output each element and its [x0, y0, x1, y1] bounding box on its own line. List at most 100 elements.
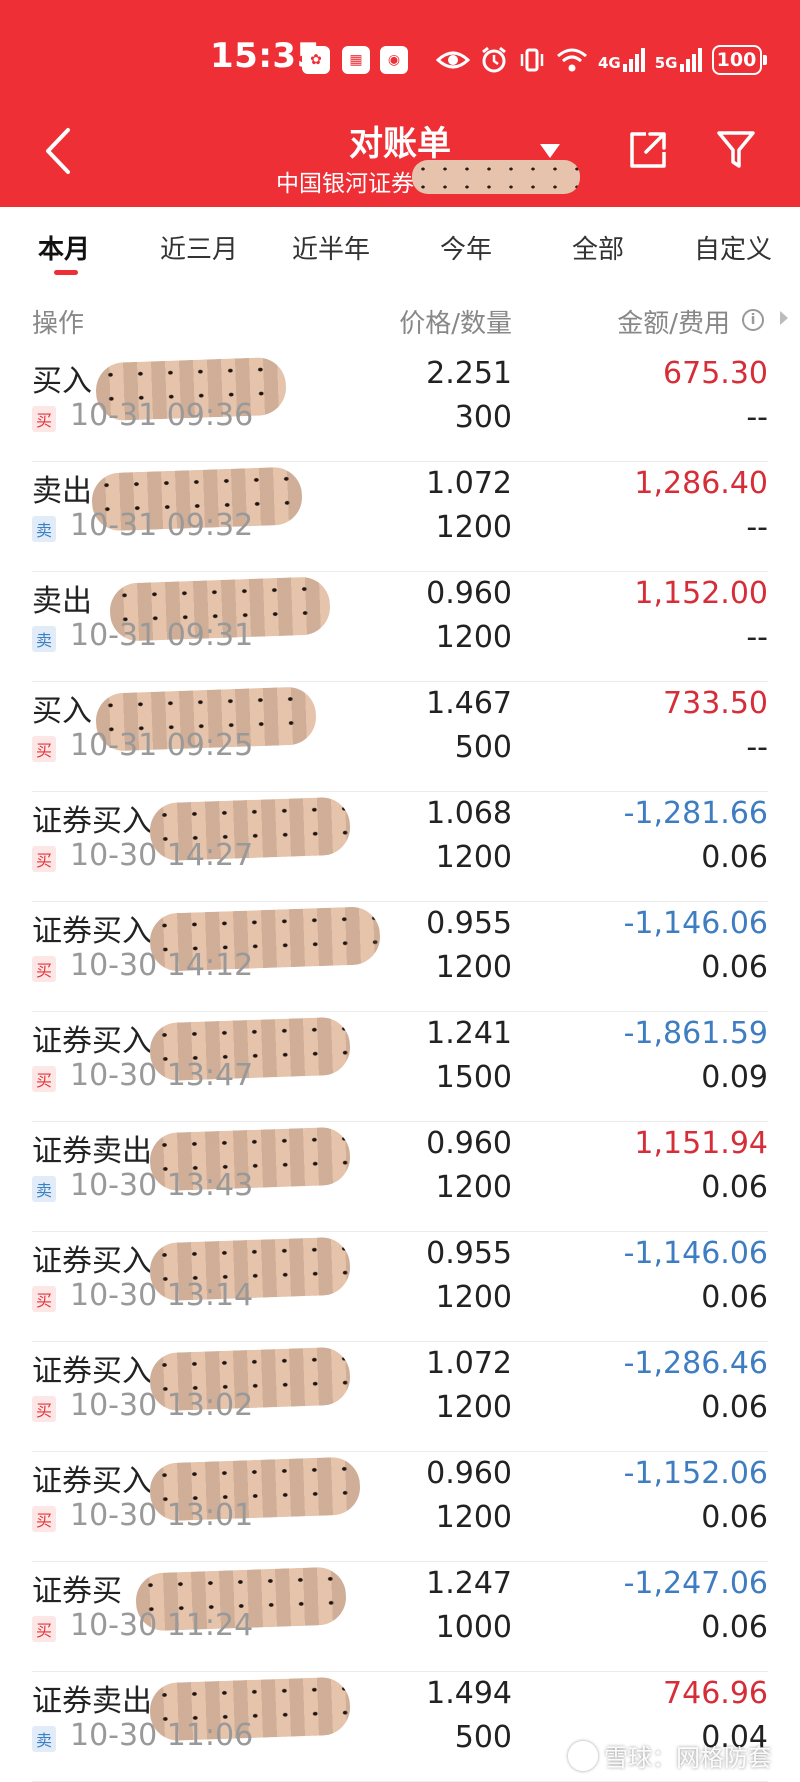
- row-price: 0.960: [426, 1456, 512, 1491]
- account-subtitle[interactable]: 中国银河证券: [276, 164, 414, 198]
- row-operation: 证券买入: [32, 1354, 152, 1389]
- info-icon[interactable]: i: [742, 309, 764, 331]
- app-header: 15:35 ✿ ▦ ◉ 4G 5G 100 对账单 中国银河证券: [0, 0, 800, 207]
- row-operation: 证券买入: [32, 914, 152, 949]
- row-operation: 证券买入: [32, 804, 152, 839]
- row-price: 1.241: [426, 1016, 512, 1051]
- share-button[interactable]: [626, 128, 670, 172]
- row-price: 1.072: [426, 466, 512, 501]
- trade-type-badge: 买: [32, 1396, 56, 1422]
- status-bar: 15:35 ✿ ▦ ◉ 4G 5G 100: [0, 36, 800, 86]
- row-price: 0.955: [426, 906, 512, 941]
- eye-icon: [436, 44, 470, 76]
- trade-type-badge: 买: [32, 1066, 56, 1092]
- row-amount: -1,281.66: [623, 796, 768, 831]
- row-price: 1.247: [426, 1566, 512, 1601]
- table-row[interactable]: 卖出卖 10-31 09:31 0.960 1200 1,152.00 --: [0, 572, 800, 682]
- tab-half-year[interactable]: 近半年: [292, 229, 370, 266]
- table-row[interactable]: 买入买 10-31 09:36 2.251 300 675.30 --: [0, 352, 800, 462]
- row-operation: 证券卖出: [32, 1134, 152, 1169]
- row-operation: 卖出: [32, 584, 92, 619]
- trade-type-badge: 买: [32, 1286, 56, 1312]
- row-time: 10-31 09:36: [70, 398, 254, 433]
- account-dropdown-icon[interactable]: [540, 144, 560, 158]
- vibrate-icon: [518, 44, 546, 76]
- col-operation: 操作: [32, 309, 85, 339]
- row-fee: 0.06: [701, 840, 768, 875]
- table-row[interactable]: 证券买入买 10-30 13:47 1.241 1500 -1,861.59 0.09: [0, 1012, 800, 1122]
- row-price: 1.068: [426, 796, 512, 831]
- row-fee: 0.06: [701, 1390, 768, 1425]
- row-amount: 675.30: [663, 356, 768, 391]
- table-row[interactable]: 卖出卖 10-31 09:32 1.072 1200 1,286.40 --: [0, 462, 800, 572]
- row-fee: 0.06: [701, 1500, 768, 1535]
- row-operation: 卖出: [32, 474, 92, 509]
- status-icons: 4G 5G 100: [436, 40, 767, 80]
- trade-type-badge: 买: [32, 406, 56, 432]
- wifi-icon: [556, 44, 588, 76]
- row-quantity: 1200: [435, 1280, 512, 1315]
- col-price-qty: 价格/数量: [399, 309, 512, 339]
- table-row[interactable]: 证券买入买 10-30 14:12 0.955 1200 -1,146.06 0.06: [0, 902, 800, 1012]
- column-header: 操作 价格/数量 金额/费用 i: [0, 295, 800, 345]
- row-time: 10-31 09:25: [70, 728, 254, 763]
- col-amount-fee: 金额/费用: [617, 309, 730, 339]
- trade-type-badge: 买: [32, 736, 56, 762]
- row-operation: 证券买入: [32, 1464, 152, 1499]
- row-quantity: 1200: [435, 950, 512, 985]
- row-quantity: 1500: [435, 1060, 512, 1095]
- table-row[interactable]: 证券买入买 10-30 14:27 1.068 1200 -1,281.66 0.06: [0, 792, 800, 902]
- battery-indicator: 100: [711, 45, 767, 75]
- table-row[interactable]: 证券买买 10-30 11:24 1.247 1000 -1,247.06 0.06: [0, 1562, 800, 1672]
- tab-this-month[interactable]: 本月: [38, 229, 90, 266]
- row-time: 10-30 11:24: [70, 1608, 254, 1643]
- row-time: 10-31 09:31: [70, 618, 254, 653]
- row-quantity: 1200: [435, 1390, 512, 1425]
- trade-type-badge: 买: [32, 1616, 56, 1642]
- row-price: 0.955: [426, 1236, 512, 1271]
- table-row[interactable]: 证券买入买 10-30 13:14 0.955 1200 -1,146.06 0.06: [0, 1232, 800, 1342]
- table-row[interactable]: 证券买入买 10-30 13:01 0.960 1200 -1,152.06 0.06: [0, 1452, 800, 1562]
- row-quantity: 1200: [435, 1170, 512, 1205]
- tab-this-year[interactable]: 今年: [440, 229, 492, 266]
- row-amount: -1,247.06: [623, 1566, 768, 1601]
- row-quantity: 1200: [435, 510, 512, 545]
- row-amount: -1,146.06: [623, 906, 768, 941]
- table-row[interactable]: 证券买入买 10-30 13:02 1.072 1200 -1,286.46 0.06: [0, 1342, 800, 1452]
- filter-button[interactable]: [716, 128, 756, 172]
- row-time: 10-30 13:01: [70, 1498, 254, 1533]
- row-fee: --: [746, 510, 768, 545]
- page-title: 对账单: [349, 124, 451, 164]
- xueqiu-logo-icon: [568, 1740, 598, 1771]
- trade-type-badge: 买: [32, 846, 56, 872]
- row-time: 10-30 14:27: [70, 838, 254, 873]
- tab-three-months[interactable]: 近三月: [160, 229, 238, 266]
- row-fee: --: [746, 620, 768, 655]
- row-time: 10-30 14:12: [70, 948, 254, 983]
- row-amount: -1,152.06: [623, 1456, 768, 1491]
- row-price: 2.251: [426, 356, 512, 391]
- signal-4g: 4G: [598, 48, 645, 72]
- table-row[interactable]: 证券卖出卖 10-30 13:43 0.960 1200 1,151.94 0.06: [0, 1122, 800, 1232]
- row-operation: 买入: [32, 364, 92, 399]
- row-price: 1.072: [426, 1346, 512, 1381]
- row-amount: 1,152.00: [634, 576, 768, 611]
- trade-type-badge: 买: [32, 1506, 56, 1532]
- row-fee: --: [746, 730, 768, 765]
- chevron-right-icon: [780, 311, 788, 325]
- trade-type-badge: 卖: [32, 1176, 56, 1202]
- row-amount: 746.96: [663, 1676, 768, 1711]
- row-amount: -1,146.06: [623, 1236, 768, 1271]
- row-amount: 1,286.40: [634, 466, 768, 501]
- table-row[interactable]: 买入买 10-31 09:25 1.467 500 733.50 --: [0, 682, 800, 792]
- tab-custom[interactable]: 自定义: [694, 229, 772, 266]
- row-quantity: 1200: [435, 620, 512, 655]
- row-fee: 0.06: [701, 1610, 768, 1645]
- alarm-icon: [480, 44, 508, 76]
- period-tabs: 本月 近三月 近半年 今年 全部 自定义: [0, 207, 800, 287]
- tab-all[interactable]: 全部: [572, 229, 624, 266]
- row-quantity: 1200: [435, 1500, 512, 1535]
- row-fee: 0.06: [701, 1280, 768, 1315]
- row-fee: 0.06: [701, 1170, 768, 1205]
- weibo-app-icon: ◉: [380, 46, 408, 74]
